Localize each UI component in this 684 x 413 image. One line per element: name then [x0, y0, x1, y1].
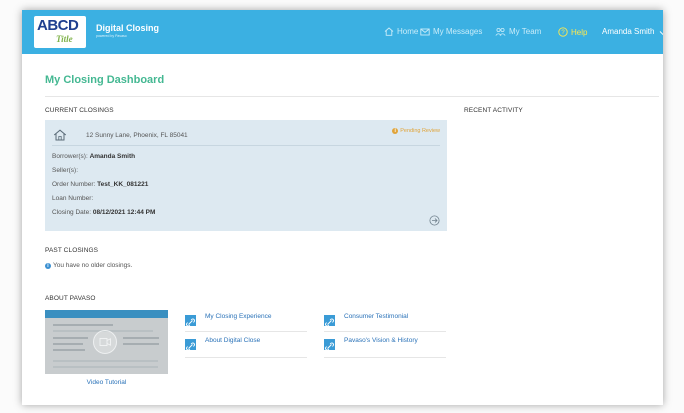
closing-date-value: 08/12/2021 12:44 PM	[92, 209, 156, 216]
video-thumb-line	[53, 366, 158, 368]
logo-subtext: Title	[56, 34, 73, 44]
seller-line: Seller(s):	[52, 167, 78, 174]
about-digital-close-link[interactable]: About Digital Close	[205, 337, 260, 344]
video-thumb-line	[53, 337, 88, 339]
nav-messages[interactable]: My Messages	[420, 27, 482, 36]
recent-activity-heading: RECENT ACTIVITY	[464, 107, 523, 114]
status-text: Pending Review	[400, 128, 440, 134]
about-heading: ABOUT PAVASO	[45, 295, 96, 302]
my-closing-experience-link[interactable]: My Closing Experience	[205, 313, 271, 320]
video-thumbnail[interactable]	[45, 310, 168, 374]
status-badge: i Pending Review	[392, 128, 440, 134]
link-divider	[185, 357, 307, 358]
app-title: Digital Closing	[96, 23, 159, 33]
user-menu[interactable]: Amanda Smith	[602, 27, 663, 36]
link-icon[interactable]	[324, 339, 335, 351]
company-logo[interactable]: ABCD Title	[34, 16, 86, 48]
video-thumb-line	[53, 349, 85, 351]
page-title: My Closing Dashboard	[45, 74, 165, 86]
closing-date-label: Closing Date:	[52, 209, 92, 216]
help-circle-icon: ?	[558, 27, 568, 37]
no-closings-message: i You have no older closings.	[45, 262, 132, 269]
order-line: Order Number: Test_KK_081221	[52, 181, 148, 188]
order-value: Test_KK_081221	[97, 181, 149, 188]
vision-history-link[interactable]: Pavaso's Vision & History	[344, 337, 418, 344]
link-divider	[185, 331, 307, 332]
link-divider	[324, 357, 446, 358]
borrower-label: Borrower(s):	[52, 153, 88, 160]
order-label: Order Number:	[52, 181, 96, 188]
borrower-line: Borrower(s): Amanda Smith	[52, 153, 135, 160]
info-icon: i	[45, 263, 51, 269]
past-closings-heading: PAST CLOSINGS	[45, 247, 99, 254]
house-icon	[53, 129, 67, 141]
current-closings-heading: CURRENT CLOSINGS	[45, 107, 114, 114]
video-thumb-line	[53, 343, 83, 345]
info-icon: i	[392, 128, 399, 134]
consumer-testimonial-link[interactable]: Consumer Testimonial	[344, 313, 408, 320]
seller-label: Seller(s):	[52, 167, 79, 174]
arrow-circle-right-icon[interactable]	[429, 215, 440, 226]
video-thumb-line	[53, 360, 158, 362]
app-window: ABCD Title Digital Closing powered by Pa…	[22, 10, 663, 405]
video-thumb-line	[123, 337, 159, 339]
title-divider	[45, 96, 659, 97]
link-divider	[324, 331, 446, 332]
user-name: Amanda Smith	[602, 27, 655, 36]
closing-card[interactable]: 12 Sunny Lane, Phoenix, FL 85041 i Pendin…	[45, 120, 447, 231]
svg-text:?: ?	[561, 30, 565, 36]
video-play-button[interactable]	[93, 330, 117, 354]
home-icon	[384, 27, 394, 36]
top-navbar: ABCD Title Digital Closing powered by Pa…	[22, 10, 663, 54]
closing-address[interactable]: 12 Sunny Lane, Phoenix, FL 85041	[86, 132, 188, 139]
nav-home[interactable]: Home	[384, 27, 418, 36]
nav-messages-label: My Messages	[433, 27, 483, 36]
loan-label: Loan Number:	[52, 195, 94, 202]
nav-help-label: Help	[571, 28, 588, 37]
video-thumb-line	[53, 324, 113, 326]
app-subtitle: powered by Pavaso	[96, 34, 127, 38]
nav-home-label: Home	[397, 27, 419, 36]
no-closings-text: You have no older closings.	[53, 262, 133, 269]
video-thumb-header	[45, 310, 168, 318]
link-icon[interactable]	[324, 315, 335, 327]
video-thumb-line	[123, 343, 159, 345]
link-icon[interactable]	[185, 315, 196, 327]
envelope-icon	[420, 28, 430, 36]
link-icon[interactable]	[185, 339, 196, 351]
video-camera-icon	[99, 338, 111, 346]
nav-team[interactable]: My Team	[495, 27, 541, 36]
nav-team-label: My Team	[509, 27, 542, 36]
closing-date-line: Closing Date: 08/12/2021 12:44 PM	[52, 209, 155, 216]
nav-help[interactable]: ? Help	[558, 27, 587, 37]
loan-line: Loan Number:	[52, 195, 93, 202]
borrower-value: Amanda Smith	[89, 153, 136, 160]
team-icon	[495, 27, 506, 36]
logo-text: ABCD	[37, 17, 79, 34]
card-divider	[52, 145, 440, 146]
chevron-down-icon	[659, 31, 663, 36]
video-tutorial-link[interactable]: Video Tutorial	[45, 379, 168, 386]
